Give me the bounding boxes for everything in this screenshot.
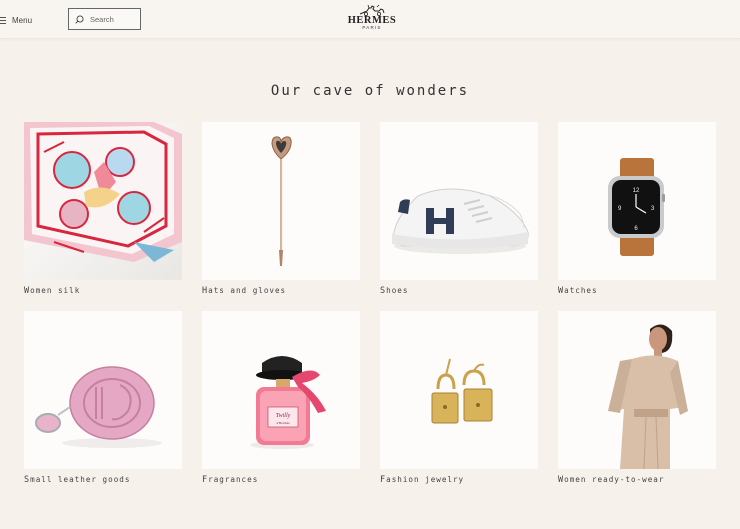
category-label: Watches	[558, 286, 598, 296]
leather-pouch-image	[24, 311, 182, 469]
pin-image	[202, 122, 360, 280]
category-label: Women silk	[24, 286, 81, 296]
category-card-hats-and-gloves[interactable]: Hats and gloves	[202, 122, 360, 296]
category-card-women-silk[interactable]: Women silk	[24, 122, 182, 296]
svg-text:d'Hermès: d'Hermès	[276, 421, 290, 425]
menu-label: Menu	[12, 15, 33, 25]
logo-brand: HERMES	[347, 15, 397, 26]
silk-scarf-image	[24, 122, 182, 280]
search-box[interactable]	[68, 8, 141, 30]
category-label: Shoes	[380, 286, 409, 296]
category-label: Fragrances	[202, 475, 259, 485]
hermes-logo[interactable]: HERMES PARIS	[346, 4, 398, 34]
category-card-watches[interactable]: 12 6 9 3 Watches	[558, 122, 716, 296]
earrings-image	[380, 311, 538, 469]
menu-button[interactable]: Menu	[0, 13, 32, 27]
category-card-women-ready-to-wear[interactable]: Women ready-to-wear	[558, 311, 716, 485]
site-header: Menu HERMES PARIS	[0, 0, 740, 39]
category-label: Hats and gloves	[202, 286, 287, 296]
category-label: Fashion jewelry	[380, 475, 465, 485]
perfume-image: Twilly d'Hermès	[202, 311, 360, 469]
model-image	[558, 311, 716, 469]
hamburger-icon	[0, 16, 6, 24]
category-card-small-leather-goods[interactable]: Small leather goods	[24, 311, 182, 485]
category-card-fashion-jewelry[interactable]: Fashion jewelry	[380, 311, 538, 485]
category-label: Small leather goods	[24, 475, 131, 485]
svg-text:12: 12	[633, 188, 640, 194]
category-label: Women ready-to-wear	[558, 475, 665, 485]
sneaker-image	[380, 122, 538, 280]
search-icon	[75, 14, 84, 24]
category-card-shoes[interactable]: Shoes	[380, 122, 538, 296]
category-card-fragrances[interactable]: Twilly d'Hermès Fragrances	[202, 311, 360, 485]
page-title: Our cave of wonders	[270, 83, 470, 99]
watch-image: 12 6 9 3	[558, 122, 716, 280]
svg-text:Twilly: Twilly	[276, 413, 291, 419]
search-input[interactable]	[90, 14, 135, 24]
